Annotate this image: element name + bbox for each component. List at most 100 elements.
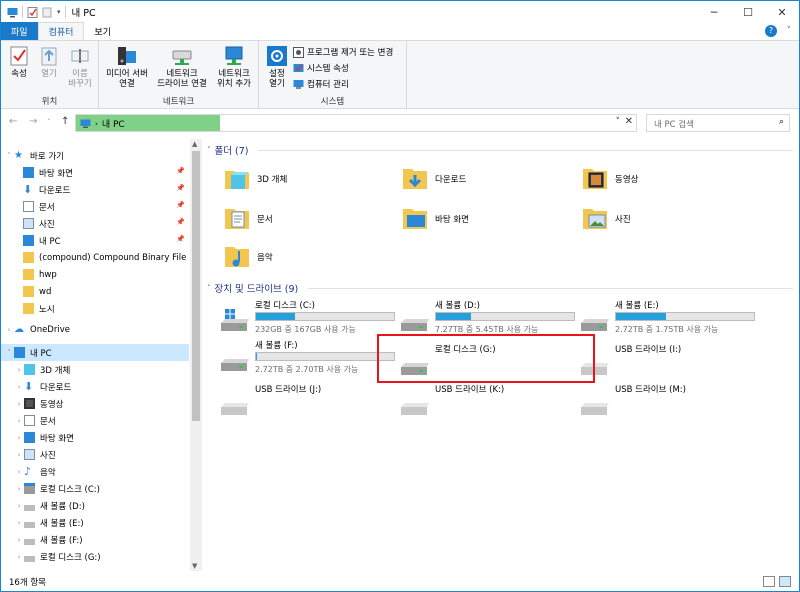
- scroll-down-icon[interactable]: ▼: [192, 562, 197, 570]
- nav-pc-3d-objects[interactable]: › 3D 개체: [1, 361, 189, 378]
- section-collapse-icon[interactable]: ˅: [207, 284, 211, 292]
- clear-address-icon[interactable]: ✕: [625, 116, 633, 127]
- minimize-button[interactable]: ─: [697, 1, 731, 23]
- drive-i[interactable]: USB 드라이브 (I:): [579, 343, 759, 383]
- up-button[interactable]: ↑: [61, 116, 69, 127]
- scrollbar-thumb[interactable]: [192, 151, 200, 421]
- address-history-icon[interactable]: ˅: [616, 117, 621, 127]
- collapsed-chevron-icon[interactable]: ›: [14, 536, 24, 544]
- nav-quick-compound[interactable]: (compound) Compound Binary File (OL: [1, 249, 189, 266]
- folder-desktop[interactable]: 바탕 화면: [401, 205, 469, 233]
- folder-downloads[interactable]: 다운로드: [401, 165, 466, 193]
- nav-quick-pictures[interactable]: 사진 📌: [1, 215, 189, 232]
- folder-documents[interactable]: 문서: [223, 205, 273, 233]
- nav-pc-desktop[interactable]: › 바탕 화면: [1, 429, 189, 446]
- recent-locations-icon[interactable]: ˅: [47, 118, 51, 126]
- pin-icon[interactable]: 📌: [176, 218, 185, 226]
- breadcrumb-this-pc[interactable]: 내 PC: [102, 117, 125, 130]
- collapsed-chevron-icon[interactable]: ›: [14, 502, 24, 510]
- collapsed-chevron-icon[interactable]: ›: [14, 519, 24, 527]
- large-icons-view-icon[interactable]: [779, 576, 791, 587]
- nav-pc-documents[interactable]: › 문서: [1, 412, 189, 429]
- uninstall-button[interactable]: 프로그램 제거 또는 변경: [293, 46, 393, 58]
- nav-pc-videos[interactable]: › 동영상: [1, 395, 189, 412]
- nav-pc-downloads[interactable]: › ⬇ 다운로드: [1, 378, 189, 395]
- nav-quick-access[interactable]: ˅ ★ 바로 가기: [1, 147, 189, 164]
- pin-icon[interactable]: 📌: [176, 167, 185, 175]
- collapsed-chevron-icon[interactable]: ›: [14, 451, 24, 459]
- nav-quick-wd[interactable]: wd: [1, 283, 189, 300]
- collapsed-chevron-icon[interactable]: ›: [14, 400, 24, 408]
- nav-quick-this-pc[interactable]: 내 PC 📌: [1, 232, 189, 249]
- drive-c[interactable]: 로컬 디스크 (C:) 232GB 중 167GB 사용 가능: [219, 299, 399, 339]
- pin-icon[interactable]: 📌: [176, 201, 185, 209]
- tab-file[interactable]: 파일: [1, 22, 38, 40]
- nav-pc-drive-e[interactable]: › 새 볼륨 (E:): [1, 514, 189, 531]
- nav-pc-drive-f[interactable]: › 새 볼륨 (F:): [1, 531, 189, 548]
- drive-k[interactable]: USB 드라이브 (K:): [399, 383, 579, 423]
- properties-button[interactable]: 속성: [7, 45, 31, 79]
- close-button[interactable]: ✕: [765, 1, 799, 23]
- folder-pictures[interactable]: 사진: [581, 205, 631, 233]
- nav-quick-downloads[interactable]: ⬇ 다운로드 📌: [1, 181, 189, 198]
- open-settings-button[interactable]: 설정 열기: [263, 45, 291, 89]
- collapsed-chevron-icon[interactable]: ›: [14, 434, 24, 442]
- collapsed-chevron-icon[interactable]: ›: [14, 553, 24, 561]
- nav-quick-hwp[interactable]: hwp: [1, 266, 189, 283]
- expanded-chevron-icon[interactable]: ˅: [4, 349, 14, 357]
- search-box[interactable]: 내 PC 검색 ⌕: [646, 114, 790, 132]
- pin-icon[interactable]: 📌: [176, 235, 185, 243]
- back-button[interactable]: ←: [9, 116, 17, 127]
- nav-pc-drive-d[interactable]: › 새 볼륨 (D:): [1, 497, 189, 514]
- collapsed-chevron-icon[interactable]: ›: [14, 383, 24, 391]
- collapsed-chevron-icon[interactable]: ›: [14, 417, 24, 425]
- collapsed-chevron-icon[interactable]: ›: [14, 468, 24, 476]
- nav-quick-documents[interactable]: 문서 📌: [1, 198, 189, 215]
- nav-quick-desktop[interactable]: 바탕 화면 📌: [1, 164, 189, 181]
- drive-e[interactable]: 새 볼륨 (E:) 2.72TB 중 1.75TB 사용 가능: [579, 299, 759, 339]
- customize-qa-icon[interactable]: ▾: [57, 8, 61, 16]
- expanded-chevron-icon[interactable]: ˅: [4, 152, 14, 160]
- section-collapse-icon[interactable]: ˅: [207, 146, 211, 154]
- nav-pc-drive-c[interactable]: › 로컬 디스크 (C:): [1, 480, 189, 497]
- help-icon[interactable]: ?: [765, 25, 777, 37]
- forward-button[interactable]: →: [29, 116, 37, 127]
- drive-d[interactable]: 새 볼륨 (D:) 7.27TB 중 5.45TB 사용 가능: [399, 299, 579, 339]
- nav-pc-drive-g[interactable]: › 로컬 디스크 (G:): [1, 548, 189, 565]
- drives-section-header[interactable]: ˅ 장치 및 드라이브 (9): [207, 281, 793, 295]
- address-bar[interactable]: › 내 PC ˅ ✕: [75, 114, 637, 132]
- add-network-location-button[interactable]: 네트워크 위치 추가: [213, 45, 255, 89]
- folder-music[interactable]: 음악: [223, 243, 273, 271]
- rename-button[interactable]: 이름 바꾸기: [65, 45, 95, 89]
- folders-section-header[interactable]: ˅ 폴더 (7): [207, 143, 793, 157]
- nav-this-pc[interactable]: ˅ 내 PC: [1, 344, 189, 361]
- tab-computer[interactable]: 컴퓨터: [37, 22, 85, 40]
- drive-f[interactable]: 새 볼륨 (F:) 2.72TB 중 2.70TB 사용 가능: [219, 339, 399, 379]
- properties-icon[interactable]: [27, 6, 38, 18]
- nav-scrollbar[interactable]: ▲ ▼: [190, 139, 202, 571]
- pin-icon[interactable]: 📌: [176, 184, 185, 192]
- media-server-button[interactable]: 미디어 서버 연결: [101, 45, 153, 89]
- nav-onedrive[interactable]: › ☁ OneDrive: [1, 321, 189, 338]
- details-view-icon[interactable]: [763, 576, 775, 587]
- ribbon-collapse-icon[interactable]: ˅: [787, 26, 792, 36]
- collapsed-chevron-icon[interactable]: ›: [4, 326, 14, 334]
- folder-3d-objects[interactable]: 3D 개체: [223, 165, 287, 193]
- scroll-up-icon[interactable]: ▲: [192, 140, 197, 148]
- map-network-drive-button[interactable]: 네트워크 드라이브 연결: [153, 45, 211, 89]
- folder-videos[interactable]: 동영상: [581, 165, 638, 193]
- tab-view[interactable]: 보기: [84, 22, 121, 40]
- system-properties-button[interactable]: 시스템 속성: [293, 62, 349, 74]
- new-folder-icon[interactable]: [42, 7, 53, 18]
- nav-quick-nosi[interactable]: 노시: [1, 300, 189, 317]
- nav-pc-pictures[interactable]: › 사진: [1, 446, 189, 463]
- drive-j[interactable]: USB 드라이브 (J:): [219, 383, 399, 423]
- computer-management-button[interactable]: 컴퓨터 관리: [293, 78, 349, 90]
- collapsed-chevron-icon[interactable]: ›: [14, 485, 24, 493]
- maximize-button[interactable]: ☐: [731, 1, 765, 23]
- drive-m[interactable]: USB 드라이브 (M:): [579, 383, 759, 423]
- collapsed-chevron-icon[interactable]: ›: [14, 366, 24, 374]
- open-button[interactable]: 열기: [37, 45, 61, 79]
- search-icon[interactable]: ⌕: [779, 117, 784, 127]
- nav-pc-music[interactable]: › ♪ 음악: [1, 463, 189, 480]
